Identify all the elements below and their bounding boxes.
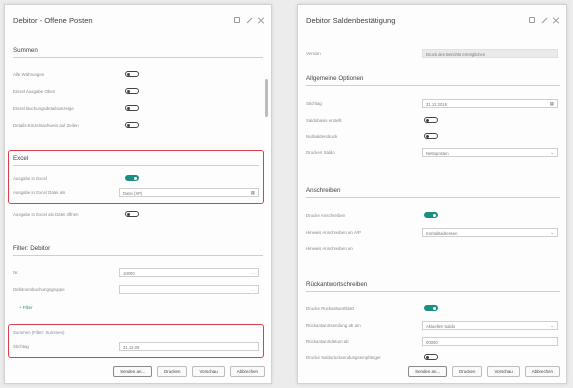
print-balance-select[interactable]: Nettoposten ⌄	[422, 148, 558, 157]
option-label: Ausgabe in Excel	[13, 176, 47, 181]
send-to-button[interactable]: Senden an...	[408, 366, 448, 377]
window-controls	[234, 17, 264, 23]
cancel-button[interactable]: Abbrechen	[524, 366, 560, 377]
option-label: Drucke Saldorücksendungsempfänger	[306, 355, 381, 360]
reply-date-field[interactable]: 00000	[422, 337, 558, 346]
dialog-title: Debitor Saldenbestätigung	[306, 16, 396, 25]
print-button[interactable]: Drucken	[452, 366, 483, 377]
filter-label: Nr.	[13, 270, 19, 275]
collapse-icon[interactable]	[234, 17, 240, 23]
option-label: Drucken Saldo	[306, 150, 335, 155]
section-divider	[13, 165, 259, 166]
chevron-down-icon[interactable]: ⌄	[550, 150, 554, 156]
section-divider	[306, 197, 560, 198]
preview-button[interactable]: Vorschau	[487, 366, 520, 377]
section-title-cover-letter[interactable]: Anschreiben	[306, 187, 340, 194]
scrollbar[interactable]	[265, 79, 268, 117]
zero-balance-toggle[interactable]	[424, 133, 438, 139]
single-output-toggle[interactable]	[125, 88, 139, 94]
reference-date-field[interactable]: 31.12.2019 ▦	[422, 99, 558, 108]
dialog-footer: Senden an... Drucken Vorschau Abbrechen	[408, 366, 560, 377]
section-title-filter[interactable]: Filter: Debitor	[13, 245, 50, 252]
field-value: Datei (XP)	[123, 190, 143, 196]
field-value: Aktuellen Saldo	[426, 323, 456, 329]
option-label: Rückantwortsendung ab am	[306, 323, 361, 328]
dialog-footer: Senden an... Drucken Vorschau Abbrechen	[113, 366, 265, 377]
section-divider	[306, 291, 560, 292]
section-divider	[13, 255, 263, 256]
section-title-excel[interactable]: Excel	[13, 155, 28, 162]
close-icon[interactable]	[553, 17, 559, 23]
option-label: Hinweis Anschreiben an	[306, 246, 353, 251]
option-label: Einzel Ausgabe Oben	[13, 89, 56, 94]
chevron-down-icon[interactable]: ⌄	[550, 323, 554, 329]
preview-button[interactable]: Vorschau	[192, 366, 225, 377]
filter-label: Stichtag	[13, 344, 29, 349]
section-title-summen[interactable]: Summen	[13, 47, 38, 54]
add-filter-link[interactable]: + Filter	[19, 305, 33, 310]
print-button[interactable]: Drucken	[157, 366, 188, 377]
reply-balance-select[interactable]: Aktuellen Saldo ⌄	[422, 321, 558, 330]
request-page-content[interactable]: Version Druck des Berichts ermöglichen A…	[298, 39, 568, 369]
date-filter-field[interactable]: 31.12.09	[119, 342, 259, 351]
section-title-reply[interactable]: Rückantwortschreiben	[306, 281, 367, 288]
filter-no-field[interactable]: 10000 …	[119, 268, 259, 277]
ellipsis-icon[interactable]: …	[251, 287, 256, 293]
ellipsis-icon[interactable]: …	[251, 270, 256, 276]
field-value: 10000	[123, 270, 135, 276]
option-label: Drucke Rückantwortblatt	[306, 306, 354, 311]
option-label: Stichtag	[306, 101, 322, 106]
close-icon[interactable]	[258, 17, 264, 23]
excel-output-toggle[interactable]	[125, 175, 139, 181]
details-proof-toggle[interactable]	[125, 122, 139, 128]
expand-icon[interactable]	[246, 17, 252, 23]
excel-open-toggle[interactable]	[125, 211, 139, 217]
cancel-button[interactable]: Abbrechen	[229, 366, 265, 377]
option-label: Rückantwortdatum ab	[306, 339, 349, 344]
field-value: Druck des Berichts ermöglichen	[426, 51, 486, 57]
open-entries-dialog: Debitor - Offene Posten Summen Alle Währ…	[4, 4, 272, 384]
expand-icon[interactable]	[541, 17, 547, 23]
request-page-content[interactable]: Summen Alle Währungen Einzel Ausgabe Obe…	[5, 39, 273, 359]
print-reply-sheet-toggle[interactable]	[424, 305, 438, 311]
calendar-icon[interactable]: ▦	[251, 190, 255, 196]
all-currencies-toggle[interactable]	[125, 71, 139, 77]
option-label: Version	[306, 51, 321, 56]
reply-recipient-toggle[interactable]	[424, 354, 438, 360]
field-value: 00000	[426, 339, 438, 345]
excel-file-field[interactable]: Datei (XP) ▦	[119, 188, 259, 197]
section-title-general[interactable]: Allgemeine Optionen	[306, 75, 363, 82]
field-value: 31.12.2019	[426, 101, 447, 107]
option-label: Hinweis Anschreiben an A/P	[306, 230, 361, 235]
option-label: Ausgabe in Excel als Datei öffnen	[13, 212, 79, 217]
option-label: Saldobasis erstellt	[306, 118, 342, 123]
filter-label: Debitorenbuchungsgruppe	[13, 287, 65, 292]
collapse-icon[interactable]	[529, 17, 535, 23]
cover-letter-address-select[interactable]: Kontaktadressen ⌄	[422, 228, 558, 237]
posting-details-toggle[interactable]	[125, 105, 139, 111]
print-cover-letter-toggle[interactable]	[424, 212, 438, 218]
option-label: Nullsaldendruck	[306, 134, 338, 139]
field-value: 31.12.09	[123, 344, 140, 350]
balance-basis-toggle[interactable]	[424, 117, 438, 123]
filter-group-field[interactable]: …	[119, 285, 259, 294]
option-label: Ausgabe in Excel Datei als	[13, 190, 66, 195]
option-label: Details-Einzelnachweis auf Zeilen	[13, 123, 79, 128]
chevron-down-icon[interactable]: ⌄	[550, 230, 554, 236]
section-divider	[306, 85, 560, 86]
option-label: Drucke Anschreiben	[306, 213, 346, 218]
balance-confirmation-dialog: Debitor Saldenbestätigung Version Druck …	[297, 4, 567, 384]
option-label: Alle Währungen	[13, 72, 45, 77]
dialog-title: Debitor - Offene Posten	[13, 16, 93, 25]
window-controls	[529, 17, 559, 23]
option-label: Einzel Buchungsdetailsanzeige	[13, 106, 74, 111]
field-value: Kontaktadressen	[426, 230, 458, 236]
section-divider	[13, 57, 263, 58]
field-value: Nettoposten	[426, 150, 449, 156]
send-to-button[interactable]: Senden an...	[113, 366, 153, 377]
version-field[interactable]: Druck des Berichts ermöglichen	[422, 49, 558, 58]
calendar-icon[interactable]: ▦	[550, 101, 554, 107]
section-title-summen-filter[interactable]: Summen (Filter: Summen)	[13, 330, 64, 335]
